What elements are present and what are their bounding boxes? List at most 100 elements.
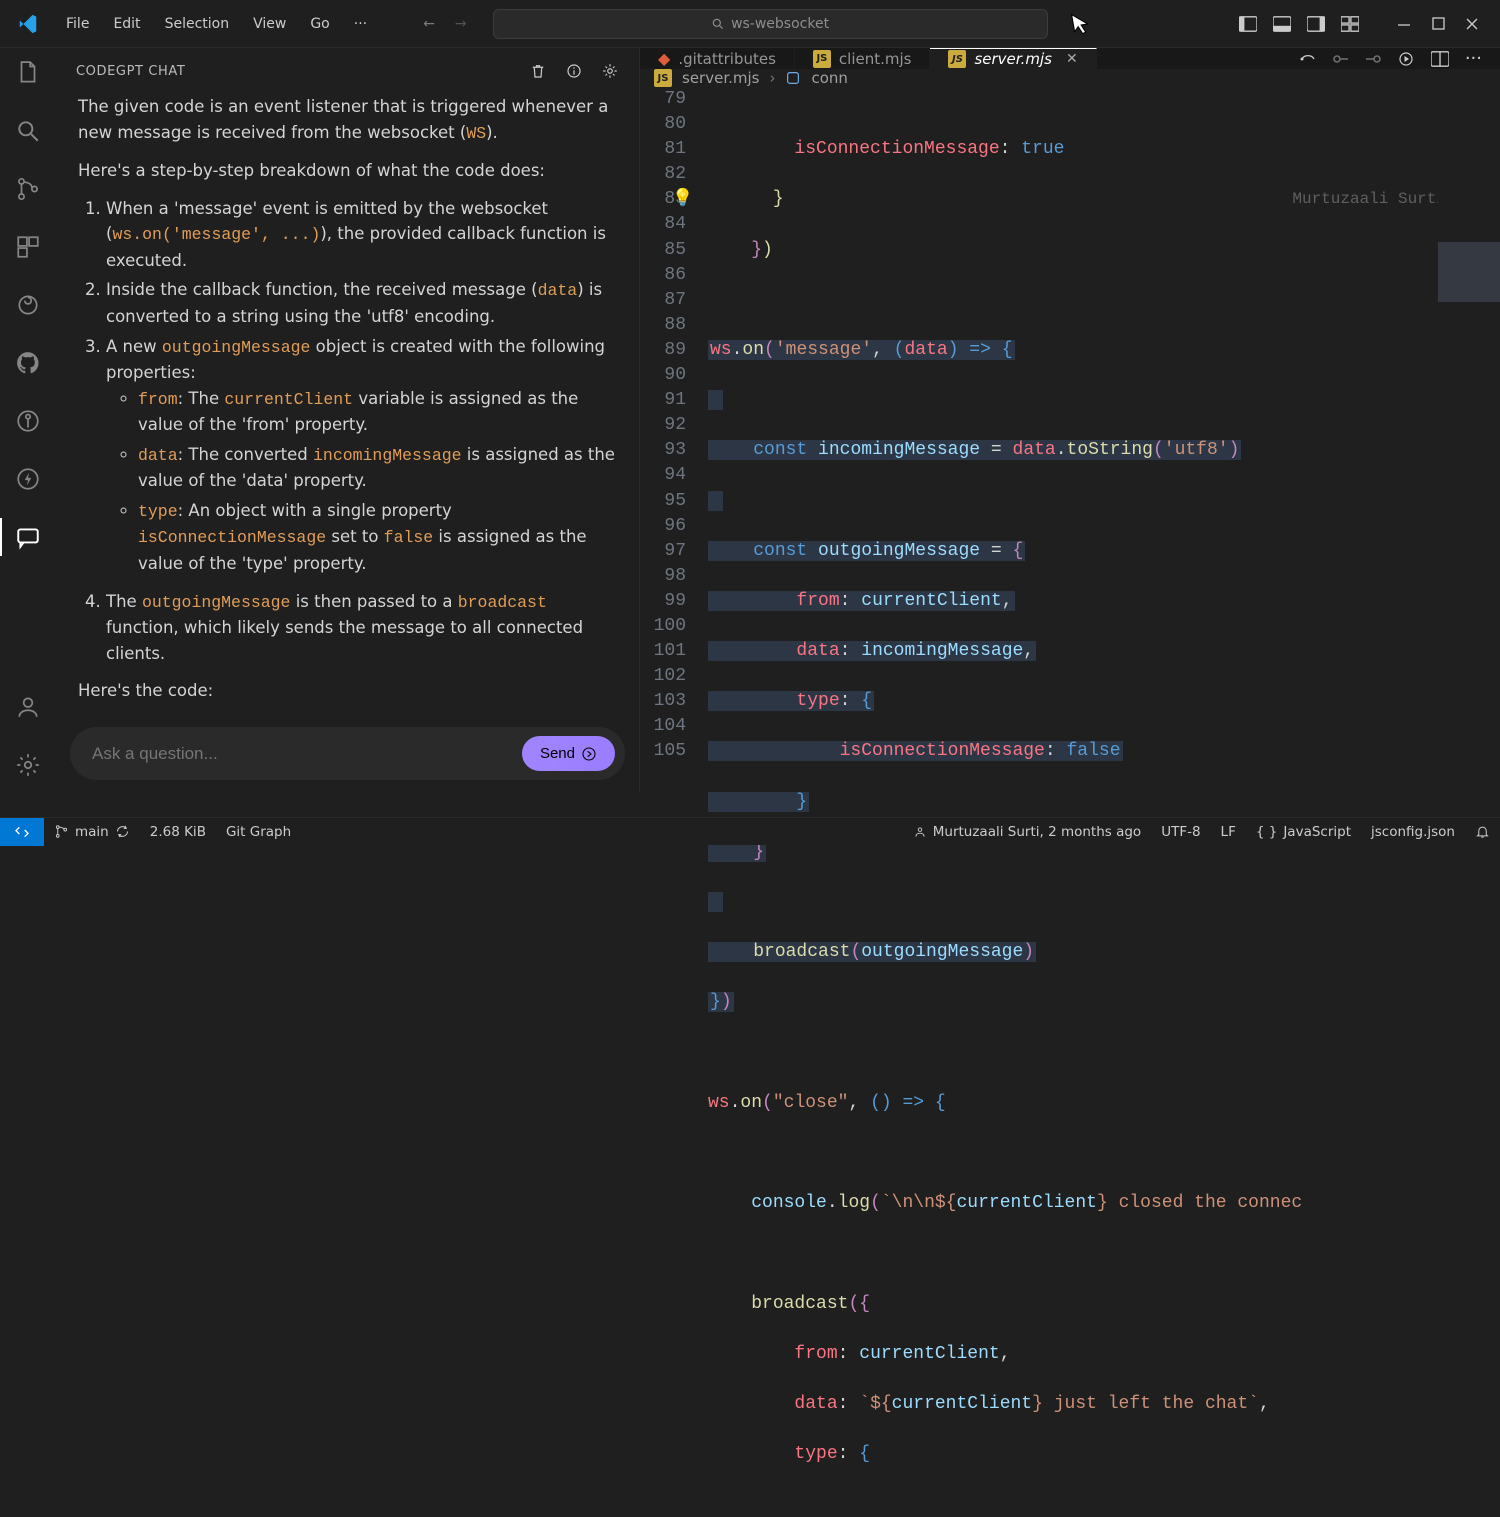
- chat-heres-code: Here's the code:: [78, 678, 617, 704]
- line-number: 104: [640, 714, 686, 739]
- code-area[interactable]: 79 80 81 82 83 84 85 86 87 88 89 90 91 9…: [640, 87, 1500, 1517]
- menu-file[interactable]: File: [56, 10, 99, 38]
- git-graph-button[interactable]: Git Graph: [216, 824, 301, 840]
- nav-next-icon[interactable]: [1365, 52, 1381, 66]
- run-file-icon[interactable]: [1397, 50, 1415, 68]
- blame-text: Murtuzaali Surti, 2 months ago: [933, 824, 1141, 840]
- line-number: 89: [640, 338, 686, 363]
- github-icon[interactable]: [13, 348, 43, 378]
- layout-secondary-icon[interactable]: [1306, 14, 1326, 34]
- jsconfig-indicator[interactable]: jsconfig.json: [1361, 824, 1465, 840]
- nav-prev-icon[interactable]: [1333, 52, 1349, 66]
- search-text: ws-websocket: [731, 16, 829, 32]
- list-item: The outgoingMessage is then passed to a …: [106, 589, 617, 667]
- code-token: broadcast: [458, 593, 547, 612]
- line-number: 93: [640, 438, 686, 463]
- chat-text: : The converted: [178, 445, 313, 464]
- code-token: WS: [466, 124, 486, 143]
- activity-bar: [0, 48, 56, 792]
- command-center[interactable]: ws-websocket: [493, 9, 1048, 39]
- line-number: 80: [640, 112, 686, 137]
- more-actions-icon[interactable]: ···: [1465, 48, 1482, 69]
- line-number: 96: [640, 514, 686, 539]
- breadcrumb[interactable]: JS server.mjs › conn: [640, 69, 1500, 87]
- remote-explorer-icon[interactable]: [13, 290, 43, 320]
- line-number: 92: [640, 413, 686, 438]
- breadcrumb-file[interactable]: server.mjs: [682, 69, 759, 87]
- close-tab-icon[interactable]: ✕: [1066, 51, 1078, 67]
- menu-selection[interactable]: Selection: [155, 10, 240, 38]
- gear-icon[interactable]: [601, 62, 619, 80]
- nav-back-icon[interactable]: ←: [417, 12, 441, 36]
- editor-group: ◆ .gitattributes JS client.mjs JS server…: [640, 48, 1500, 792]
- chat-title: CODEGPT CHAT: [76, 64, 185, 79]
- send-arrow-icon: [581, 746, 597, 762]
- line-number: 79: [640, 87, 686, 112]
- js-file-icon: JS: [813, 50, 831, 68]
- line-number: 105: [640, 739, 686, 764]
- thunder-icon[interactable]: [13, 464, 43, 494]
- repo-size[interactable]: 2.68 KiB: [140, 824, 216, 840]
- minimap[interactable]: /*decorative*/: [1438, 124, 1500, 784]
- line-number: 94: [640, 463, 686, 488]
- layout-customize-icon[interactable]: [1340, 14, 1360, 34]
- breadcrumb-symbol[interactable]: conn: [811, 69, 847, 87]
- line-number: 98: [640, 564, 686, 589]
- lightbulb-icon[interactable]: 💡: [672, 187, 693, 212]
- layout-panel-icon[interactable]: [1272, 14, 1292, 34]
- window-minimize-icon[interactable]: [1394, 14, 1414, 34]
- notifications-icon[interactable]: [1465, 824, 1500, 839]
- braces-icon: { }: [1256, 824, 1277, 840]
- list-item: type: An object with a single property i…: [138, 498, 617, 577]
- send-button[interactable]: Send: [522, 736, 615, 771]
- code-token: data: [138, 446, 178, 465]
- branch-indicator[interactable]: main: [44, 824, 140, 840]
- chat-icon[interactable]: [13, 522, 43, 552]
- tab-label: .gitattributes: [678, 50, 776, 68]
- sync-icon[interactable]: [115, 824, 130, 839]
- settings-gear-icon[interactable]: [13, 750, 43, 780]
- tab-server-mjs[interactable]: JS server.mjs ✕: [930, 48, 1096, 69]
- window-close-icon[interactable]: [1462, 14, 1482, 34]
- js-file-icon: JS: [948, 50, 966, 68]
- menu-view[interactable]: View: [243, 10, 296, 38]
- search-activity-icon[interactable]: [13, 116, 43, 146]
- eol-indicator[interactable]: LF: [1211, 824, 1246, 840]
- layout-primary-icon[interactable]: [1238, 14, 1258, 34]
- encoding-indicator[interactable]: UTF-8: [1151, 824, 1210, 840]
- menu-go[interactable]: Go: [300, 10, 339, 38]
- remote-indicator[interactable]: [0, 818, 44, 846]
- gitlens-icon[interactable]: [13, 406, 43, 436]
- language-mode[interactable]: { } JavaScript: [1246, 824, 1361, 840]
- trash-icon[interactable]: [529, 62, 547, 80]
- chat-breakdown-label: Here's a step-by-step breakdown of what …: [78, 158, 617, 184]
- symbol-icon: [785, 70, 801, 86]
- chat-input-field[interactable]: [92, 744, 522, 764]
- chat-text: ).: [486, 123, 498, 142]
- codegpt-chat-panel: CODEGPT CHAT The given code is an event …: [56, 48, 640, 792]
- go-back-icon[interactable]: [1299, 52, 1317, 66]
- window-maximize-icon[interactable]: [1428, 14, 1448, 34]
- menu-edit[interactable]: Edit: [103, 10, 150, 38]
- menu-more[interactable]: ···: [344, 10, 377, 38]
- line-number: 99: [640, 589, 686, 614]
- extensions-icon[interactable]: [13, 232, 43, 262]
- chat-input[interactable]: Send: [70, 727, 625, 780]
- gitlens-status[interactable]: Murtuzaali Surti, 2 months ago: [903, 824, 1151, 840]
- tab-client-mjs[interactable]: JS client.mjs: [795, 48, 931, 69]
- info-icon[interactable]: [565, 62, 583, 80]
- accounts-icon[interactable]: [13, 692, 43, 722]
- tab-gitattributes[interactable]: ◆ .gitattributes: [640, 48, 795, 69]
- line-number: 87: [640, 288, 686, 313]
- explorer-icon[interactable]: [13, 58, 43, 88]
- split-editor-icon[interactable]: [1431, 51, 1449, 67]
- chat-text: : An object with a single property: [178, 501, 452, 520]
- nav-forward-icon[interactable]: →: [449, 12, 473, 36]
- code-content[interactable]: 💡 isConnectionMessage: true } }) ws.on('…: [702, 87, 1500, 1517]
- line-number: 86: [640, 263, 686, 288]
- source-control-icon[interactable]: [13, 174, 43, 204]
- code-token: ws.on('message', ...): [112, 225, 320, 244]
- line-number: 91: [640, 388, 686, 413]
- chat-intro: The given code is an event listener that…: [78, 94, 617, 146]
- chat-text: set to: [326, 527, 384, 546]
